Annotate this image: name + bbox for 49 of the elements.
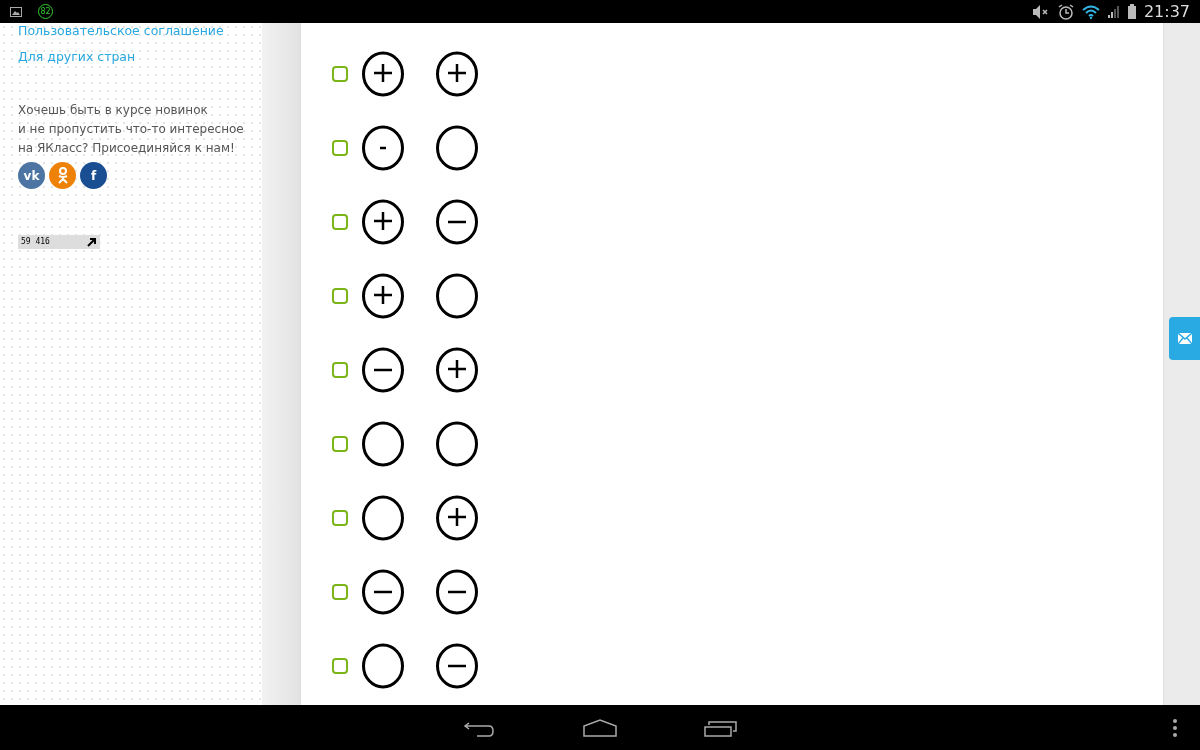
checkbox[interactable] — [332, 584, 348, 600]
facebook-button[interactable]: f — [80, 162, 107, 189]
clock-time: 21:37 — [1143, 0, 1190, 23]
alarm-icon — [1057, 3, 1074, 20]
minus-circle-drawing — [362, 125, 404, 171]
checkbox[interactable] — [332, 66, 348, 82]
empty-circle-drawing — [436, 421, 478, 467]
checkbox[interactable] — [332, 288, 348, 304]
empty-circle-drawing — [436, 273, 478, 319]
checkbox[interactable] — [332, 214, 348, 230]
plus-circle-drawing — [362, 199, 404, 245]
empty-circle-drawing — [362, 643, 404, 689]
battery-icon — [1127, 4, 1136, 19]
mail-icon — [1177, 333, 1192, 344]
footer-link[interactable]: Пользовательское соглашение — [18, 23, 244, 39]
minus-circle-drawing — [362, 347, 404, 393]
checkbox[interactable] — [332, 140, 348, 156]
person-icon — [56, 167, 69, 184]
checkbox[interactable] — [332, 658, 348, 674]
wifi-icon — [1081, 4, 1100, 19]
checkbox[interactable] — [332, 510, 348, 526]
subscribe-text: Хочешь быть в курсе новинок и не пропустить что-то интересное на ЯКласс? Присоединяйся к нам! — [18, 102, 244, 157]
mail-button[interactable] — [1169, 317, 1200, 360]
counter-number: 59 416 — [21, 236, 50, 248]
minus-circle-drawing — [436, 199, 478, 245]
recent-apps-button[interactable] — [704, 720, 738, 737]
plus-circle-drawing — [362, 51, 404, 97]
arrow-icon — [87, 237, 97, 247]
image-icon — [10, 6, 22, 17]
minus-circle-drawing — [436, 643, 478, 689]
ok-button[interactable] — [49, 162, 76, 189]
home-button[interactable] — [583, 719, 617, 737]
checkbox[interactable] — [332, 362, 348, 378]
minus-circle-drawing — [436, 569, 478, 615]
empty-circle-drawing — [362, 495, 404, 541]
plus-circle-drawing — [436, 347, 478, 393]
mute-icon — [1031, 4, 1050, 19]
footer-link[interactable]: Для других стран — [18, 49, 244, 65]
checkbox[interactable] — [332, 436, 348, 452]
empty-circle-drawing — [362, 421, 404, 467]
plus-circle-drawing — [362, 273, 404, 319]
back-button[interactable] — [463, 721, 495, 737]
vk-button[interactable]: vk — [18, 162, 45, 189]
plus-circle-drawing — [436, 495, 478, 541]
empty-circle-drawing — [436, 125, 478, 171]
menu-icon[interactable] — [1172, 718, 1178, 738]
signal-icon — [1107, 5, 1120, 18]
plus-circle-drawing — [436, 51, 478, 97]
minus-circle-drawing — [362, 569, 404, 615]
